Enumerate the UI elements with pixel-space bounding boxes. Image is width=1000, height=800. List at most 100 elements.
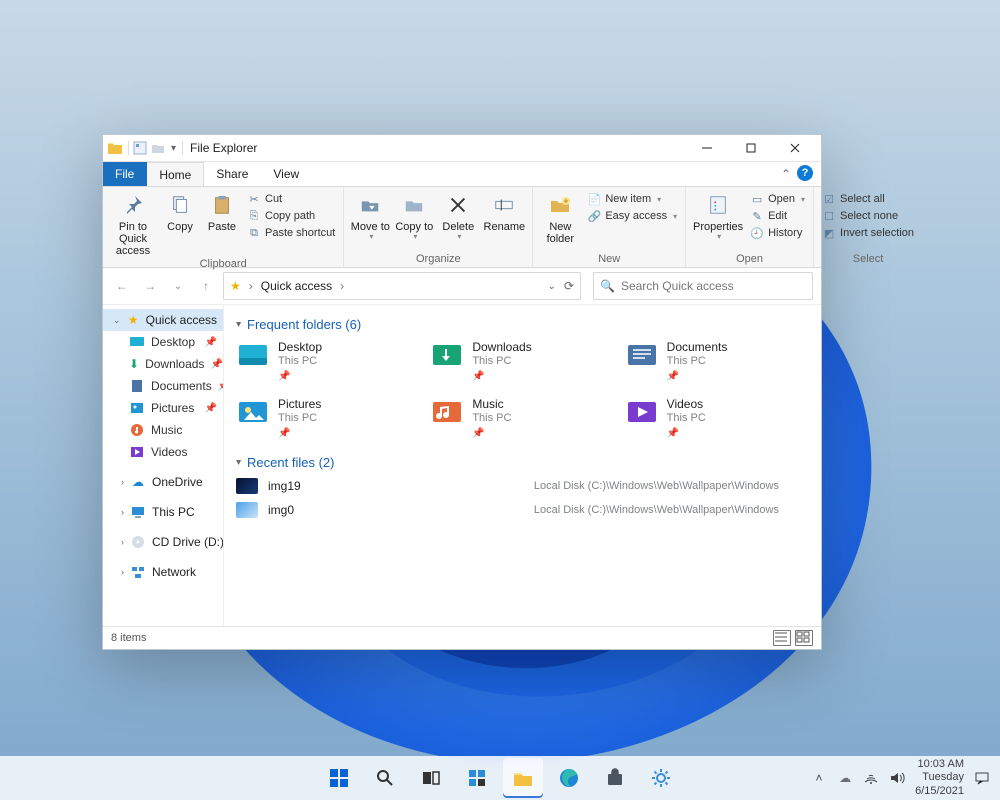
folder-music[interactable]: MusicThis PC📌 — [430, 397, 614, 440]
copy-to-icon — [400, 191, 428, 219]
new-item-button[interactable]: 📄New item▾ — [585, 191, 679, 207]
file-name: img19 — [268, 479, 301, 493]
forward-button[interactable]: → — [139, 275, 161, 297]
folder-name: Downloads — [472, 340, 531, 355]
folder-videos[interactable]: VideosThis PC📌 — [625, 397, 809, 440]
refresh-button[interactable]: ⟳ — [564, 279, 574, 293]
folder-name: Desktop — [278, 340, 322, 355]
taskbar-clock[interactable]: 10:03 AM Tuesday 6/15/2021 — [915, 758, 964, 798]
recent-locations-button[interactable]: ⌄ — [167, 275, 189, 297]
onedrive-tray-icon[interactable]: ☁ — [837, 770, 853, 786]
settings-button[interactable] — [641, 758, 681, 798]
chevron-right-icon: › — [249, 279, 253, 293]
tree-cd-drive[interactable]: ›CD Drive (D:) VirtualE — [103, 531, 223, 553]
recent-file[interactable]: img0Local Disk (C:)\Windows\Web\Wallpape… — [236, 502, 809, 518]
status-item-count: 8 items — [111, 632, 146, 644]
quick-access-dropdown[interactable]: ▾ — [171, 143, 176, 154]
tree-documents[interactable]: Documents📌 — [103, 375, 223, 397]
breadcrumb-quick-access[interactable]: Quick access — [261, 279, 332, 293]
help-icon[interactable]: ? — [797, 165, 813, 181]
edit-button[interactable]: ✎Edit — [748, 208, 807, 224]
paste-button[interactable]: Paste — [203, 189, 241, 233]
move-to-button[interactable]: Move to▾ — [350, 189, 390, 242]
search-button[interactable] — [365, 758, 405, 798]
folder-pictures[interactable]: PicturesThis PC📌 — [236, 397, 420, 440]
tray-overflow-button[interactable]: ˄ — [811, 770, 827, 786]
easy-access-button[interactable]: 🔗Easy access▾ — [585, 208, 679, 224]
star-icon: ★ — [230, 279, 241, 293]
pin-icon: 📌 — [210, 359, 222, 370]
nav-tree: ⌄★Quick access Desktop📌 ⬇Downloads📌 Docu… — [103, 305, 224, 626]
delete-button[interactable]: Delete▾ — [438, 189, 478, 242]
task-view-button[interactable] — [411, 758, 451, 798]
tree-pictures[interactable]: Pictures📌 — [103, 397, 223, 419]
copy-path-button[interactable]: ⎘Copy path — [245, 208, 337, 224]
store-button[interactable] — [595, 758, 635, 798]
select-none-button[interactable]: ☐Select none — [820, 208, 916, 224]
tree-onedrive[interactable]: ›☁OneDrive — [103, 471, 223, 493]
search-box[interactable]: 🔍 Search Quick access — [593, 272, 813, 300]
section-frequent-folders[interactable]: ▸Frequent folders (6) — [236, 317, 809, 332]
tree-quick-access[interactable]: ⌄★Quick access — [103, 309, 223, 331]
open-button[interactable]: ▭Open▾ — [748, 191, 807, 207]
close-button[interactable] — [773, 135, 817, 161]
copy-button[interactable]: Copy — [161, 189, 199, 233]
image-thumbnail-icon — [236, 502, 258, 518]
notifications-button[interactable] — [974, 770, 990, 786]
titlebar[interactable]: ▾ File Explorer — [103, 135, 821, 162]
tree-network[interactable]: ›Network — [103, 561, 223, 583]
folder-downloads[interactable]: DownloadsThis PC📌 — [430, 340, 614, 383]
view-details-button[interactable] — [773, 630, 791, 646]
up-button[interactable]: ↑ — [195, 275, 217, 297]
file-explorer-taskbar-button[interactable] — [503, 758, 543, 798]
properties-button[interactable]: Properties▾ — [692, 189, 744, 242]
folder-documents[interactable]: DocumentsThis PC📌 — [625, 340, 809, 383]
section-recent-files[interactable]: ▸Recent files (2) — [236, 455, 809, 470]
tree-downloads[interactable]: ⬇Downloads📌 — [103, 353, 223, 375]
select-all-button[interactable]: ☑Select all — [820, 191, 916, 207]
new-folder-button[interactable]: New folder — [539, 189, 581, 245]
tab-home[interactable]: Home — [147, 162, 204, 186]
edge-button[interactable] — [549, 758, 589, 798]
documents-icon — [129, 378, 145, 394]
start-button[interactable] — [319, 758, 359, 798]
tree-desktop[interactable]: Desktop📌 — [103, 331, 223, 353]
search-icon: 🔍 — [600, 279, 615, 293]
tree-this-pc[interactable]: ›This PC — [103, 501, 223, 523]
tab-file[interactable]: File — [103, 162, 147, 186]
copy-icon — [166, 191, 194, 219]
widgets-button[interactable] — [457, 758, 497, 798]
taskbar: ˄ ☁ 10:03 AM Tuesday 6/15/2021 — [0, 756, 1000, 800]
ribbon-collapse-icon[interactable]: ⌃ — [781, 167, 791, 181]
view-large-icons-button[interactable] — [795, 630, 813, 646]
tab-view[interactable]: View — [261, 162, 312, 186]
tree-videos[interactable]: Videos — [103, 441, 223, 463]
rename-icon — [490, 191, 518, 219]
maximize-button[interactable] — [729, 135, 773, 161]
folder-name: Videos — [667, 397, 706, 412]
copy-path-icon: ⎘ — [247, 209, 261, 223]
cut-button[interactable]: ✂Cut — [245, 191, 337, 207]
address-dropdown-icon[interactable]: ⌄ — [548, 281, 556, 292]
history-icon: 🕘 — [750, 226, 764, 240]
new-item-icon: 📄 — [587, 192, 601, 206]
recent-file[interactable]: img19Local Disk (C:)\Windows\Web\Wallpap… — [236, 478, 809, 494]
tab-share[interactable]: Share — [204, 162, 261, 186]
invert-selection-button[interactable]: ◩Invert selection — [820, 225, 916, 241]
tree-music[interactable]: Music — [103, 419, 223, 441]
pin-to-quick-access-button[interactable]: Pin to Quick access — [109, 189, 157, 257]
properties-quick-icon[interactable] — [132, 140, 148, 156]
copy-to-button[interactable]: Copy to▾ — [394, 189, 434, 242]
back-button[interactable]: ← — [111, 275, 133, 297]
ribbon-group-clipboard: Pin to Quick access Copy Paste ✂Cut ⎘Cop… — [103, 187, 344, 267]
volume-tray-icon[interactable] — [889, 770, 905, 786]
history-button[interactable]: 🕘History — [748, 225, 807, 241]
minimize-button[interactable] — [685, 135, 729, 161]
new-folder-quick-icon[interactable] — [150, 140, 166, 156]
move-icon — [356, 191, 384, 219]
folder-desktop[interactable]: DesktopThis PC📌 — [236, 340, 420, 383]
network-tray-icon[interactable] — [863, 770, 879, 786]
rename-button[interactable]: Rename — [482, 189, 526, 233]
address-bar[interactable]: ★ › Quick access › ⌄ ⟳ — [223, 272, 581, 300]
paste-shortcut-button[interactable]: ⧉Paste shortcut — [245, 225, 337, 241]
